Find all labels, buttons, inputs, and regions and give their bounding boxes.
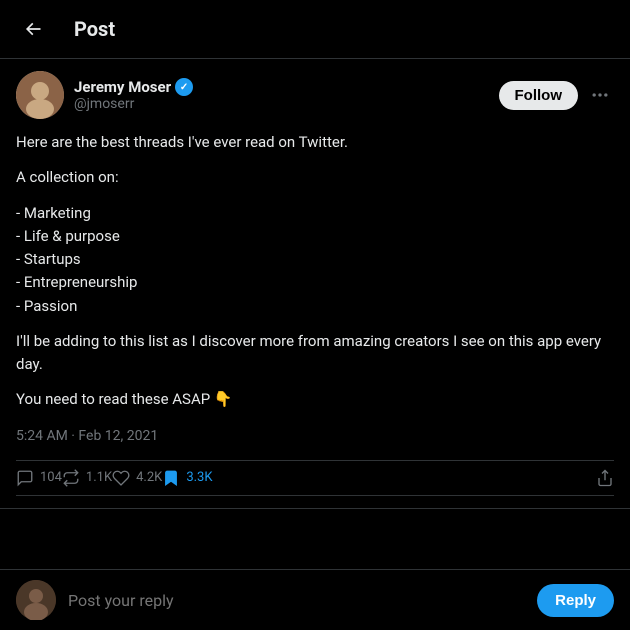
comments-stat[interactable]: 104 [16,469,62,487]
user-row: Jeremy Moser ✓ @jmoserr Follow [16,71,614,119]
tweet-list: - Marketing - Life & purpose - Startups … [16,202,614,318]
comments-count: 104 [40,470,62,485]
tweet-content: Here are the best threads I've ever read… [16,131,614,412]
avatar [16,71,64,119]
tweet-line1: Here are the best threads I've ever read… [16,131,614,154]
tweet-line2: A collection on: [16,166,614,189]
tweet-line3: I'll be adding to this list as I discove… [16,330,614,377]
share-stat[interactable] [596,469,614,487]
share-icon [596,469,614,487]
tweet-line4: You need to read these ASAP 👇 [16,388,614,411]
bookmarks-stat[interactable]: 3.3K [162,469,212,487]
user-info: Jeremy Moser ✓ @jmoserr [16,71,193,119]
user-actions: Follow [499,81,615,110]
user-names: Jeremy Moser ✓ @jmoserr [74,78,193,112]
username: @jmoserr [74,96,193,112]
retweet-icon [62,469,80,487]
page-title: Post [74,17,115,41]
follow-button[interactable]: Follow [499,81,579,110]
comment-icon [16,469,34,487]
stats-row: 104 1.1K 4.2K [16,460,614,496]
retweets-stat[interactable]: 1.1K [62,469,112,487]
bookmarks-count: 3.3K [186,470,212,485]
tweet-timestamp: 5:24 AM · Feb 12, 2021 [16,428,614,444]
retweets-count: 1.1K [86,470,112,485]
reply-button[interactable]: Reply [537,584,614,617]
verified-badge: ✓ [175,78,193,96]
reply-input[interactable] [68,591,525,610]
likes-stat[interactable]: 4.2K [112,469,162,487]
back-button[interactable] [16,12,50,46]
tweet-container: Jeremy Moser ✓ @jmoserr Follow Here are … [0,59,630,509]
bookmark-icon [162,469,180,487]
more-button[interactable] [586,81,614,109]
reply-avatar [16,580,56,620]
display-name: Jeremy Moser ✓ [74,78,193,96]
heart-icon [112,469,130,487]
header: Post [0,0,630,59]
likes-count: 4.2K [136,470,162,485]
reply-box: Reply [0,569,630,630]
